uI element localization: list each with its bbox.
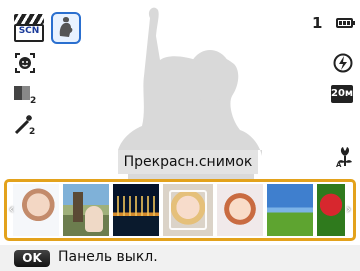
remaining-shots: 1: [312, 14, 323, 32]
ok-button-label: Панель выкл.: [58, 249, 158, 265]
bottom-help-bar: OK Панель выкл.: [0, 245, 360, 271]
macro-flower-icon: A: [334, 146, 356, 169]
scene-thumbnail[interactable]: [113, 184, 159, 236]
svg-text:A: A: [336, 161, 342, 168]
scene-thumbnail[interactable]: [63, 184, 109, 236]
face-detection-icon: [14, 52, 36, 74]
scene-thumbnail-selected[interactable]: [163, 184, 213, 236]
white-balance-icon: 2: [14, 113, 38, 137]
ok-button[interactable]: OK: [14, 250, 50, 267]
scene-mode-icon[interactable]: SCN: [12, 14, 46, 44]
svg-text:2: 2: [29, 127, 35, 135]
scene-filmstrip[interactable]: ‹ ›: [4, 179, 356, 241]
scene-mode-label: SCN: [18, 26, 40, 36]
scene-thumbnail[interactable]: [13, 184, 59, 236]
beauty-shot-scene-icon[interactable]: [51, 12, 81, 44]
image-size-icon: 20м: [331, 85, 353, 103]
flash-off-icon: [333, 53, 353, 73]
scene-thumbnail[interactable]: [217, 184, 263, 236]
svg-text:2: 2: [30, 96, 36, 104]
scene-thumbnail[interactable]: [317, 184, 345, 236]
camera-screen: SCN 2 2 1 20м A Прекрасн.снимок ‹ › OK П…: [0, 0, 360, 271]
scroll-right-icon[interactable]: ›: [346, 202, 351, 216]
battery-icon: [336, 18, 355, 28]
scene-thumbnail[interactable]: [267, 184, 313, 236]
scroll-left-icon[interactable]: ‹: [9, 202, 14, 216]
portrait-icon: [59, 17, 73, 37]
metering-icon: 2: [14, 84, 38, 106]
scene-caption: Прекрасн.снимок: [118, 150, 258, 174]
